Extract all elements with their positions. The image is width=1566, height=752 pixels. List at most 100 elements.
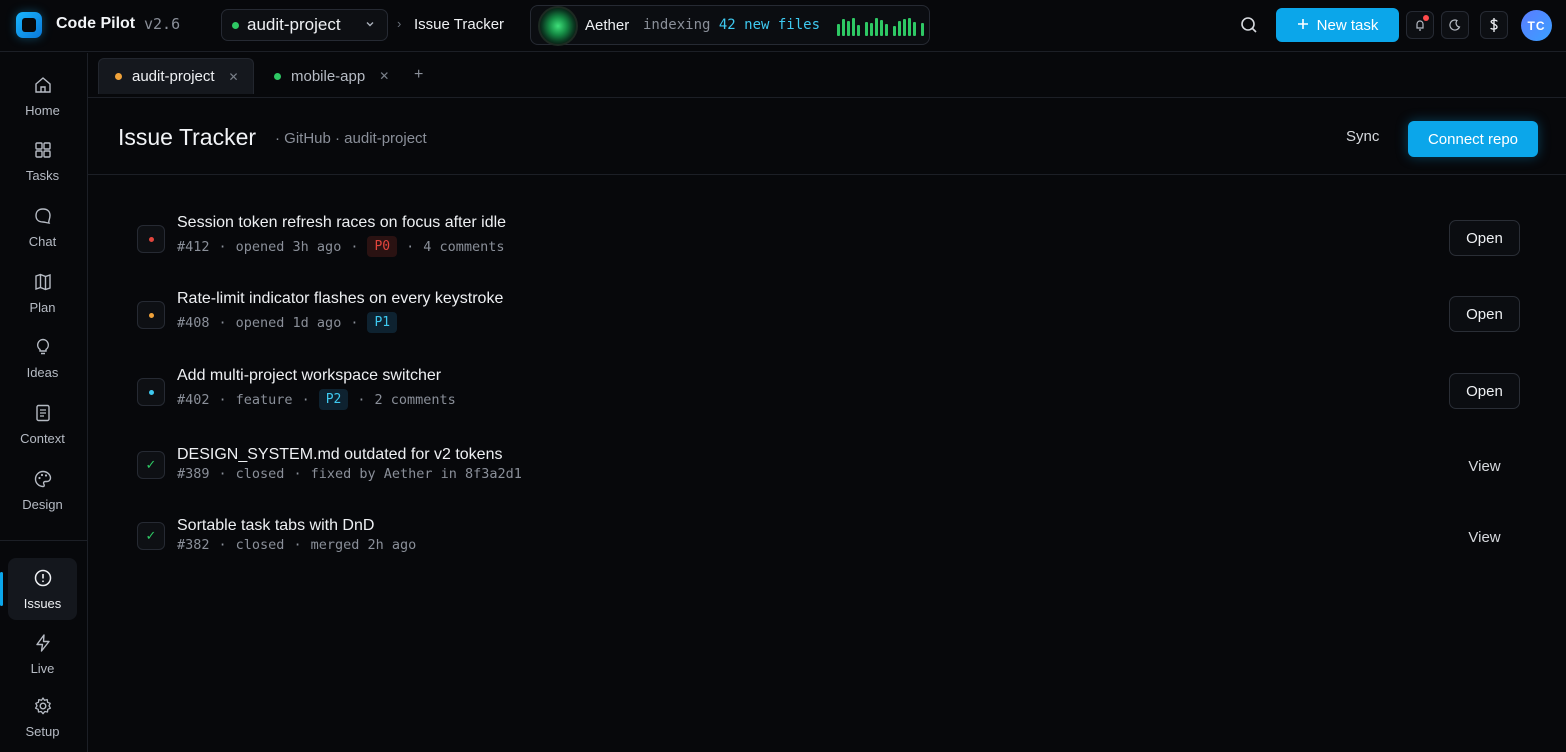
- app-name: Code Pilot: [56, 15, 136, 32]
- open-issue-button[interactable]: Open: [1449, 296, 1520, 332]
- tab-status-dot: [115, 73, 122, 80]
- activity-bar: [870, 23, 873, 36]
- sidebar-item-label: Plan: [29, 299, 56, 315]
- sidebar-divider: [0, 540, 88, 541]
- issue-row[interactable]: Session token refresh races on focus aft…: [137, 214, 1520, 282]
- page-title: Issue Tracker: [118, 124, 257, 150]
- tab-mobile-app[interactable]: mobile-app ✕: [258, 58, 403, 94]
- issue-status-indicator: [137, 225, 165, 253]
- workspace-tabs: audit-project ✕ mobile-app ✕ +: [88, 53, 1566, 98]
- issue-row[interactable]: ✓ Sortable task tabs with DnD #382 · clos…: [137, 517, 1520, 581]
- issue-extra: 2 comments: [374, 391, 456, 408]
- document-icon: [33, 403, 53, 426]
- notification-icon[interactable]: [1406, 11, 1434, 39]
- activity-bar: [885, 24, 888, 36]
- agent-status-count: 42 new files: [718, 17, 821, 33]
- issue-detail: opened 1d ago: [235, 314, 342, 331]
- sidebar-item-ideas[interactable]: Ideas: [8, 327, 77, 389]
- issue-meta: #408 · opened 1d ago · P1: [177, 312, 398, 333]
- tab-audit-project[interactable]: audit-project ✕: [98, 58, 254, 94]
- agent-name: Aether: [585, 17, 630, 34]
- sidebar-item-chat[interactable]: Chat: [8, 196, 77, 258]
- agent-orb-icon: [538, 6, 578, 46]
- issue-meta: #412 · opened 3h ago · P0 · 4 comments: [177, 236, 505, 257]
- view-issue-button[interactable]: View: [1449, 521, 1520, 553]
- user-avatar[interactable]: TC: [1521, 10, 1552, 41]
- sidebar-item-home[interactable]: Home: [8, 65, 77, 127]
- gear-icon: [33, 696, 53, 719]
- alert-circle-icon: [33, 568, 53, 591]
- activity-bar: [852, 18, 855, 36]
- agent-status-panel[interactable]: Aether indexing 42 new files: [530, 5, 930, 46]
- open-issue-button[interactable]: Open: [1449, 373, 1520, 409]
- project-selector-label: audit-project: [247, 15, 341, 34]
- sidebar-item-label: Ideas: [26, 364, 59, 380]
- issue-title[interactable]: DESIGN_SYSTEM.md outdated for v2 tokens: [177, 446, 502, 464]
- sidebar-item-label: Chat: [28, 233, 57, 249]
- page-header: Issue Tracker · GitHub · audit-project S…: [88, 98, 1566, 175]
- activity-bar: [893, 26, 896, 36]
- issue-title[interactable]: Rate-limit indicator flashes on every ke…: [177, 290, 503, 308]
- issue-status-indicator: ✓: [137, 522, 165, 550]
- tab-label: audit-project: [132, 68, 215, 85]
- activity-bar: [842, 19, 845, 36]
- new-task-button[interactable]: New task: [1276, 8, 1399, 42]
- activity-bar: [913, 22, 916, 36]
- chevron-down-icon: [365, 19, 375, 32]
- app-logo-icon[interactable]: [16, 12, 42, 38]
- palette-icon: [33, 469, 53, 492]
- breadcrumb-current[interactable]: Issue Tracker: [414, 16, 504, 33]
- issue-meta: #389 · closed · fixed by Aether in 8f3a2d1: [177, 466, 522, 482]
- sidebar-item-setup[interactable]: Setup: [8, 686, 77, 748]
- sidebar-item-design[interactable]: Design: [8, 459, 77, 521]
- billing-icon[interactable]: [1480, 11, 1508, 39]
- issue-detail: feature: [235, 391, 293, 408]
- issue-title[interactable]: Session token refresh races on focus aft…: [177, 214, 506, 232]
- open-issue-button[interactable]: Open: [1449, 220, 1520, 256]
- close-icon[interactable]: ✕: [379, 69, 389, 83]
- issue-extra: 4 comments: [423, 238, 505, 255]
- issue-detail: closed: [235, 537, 285, 553]
- activity-bar: [847, 21, 850, 36]
- issue-title[interactable]: Add multi-project workspace switcher: [177, 367, 441, 385]
- activity-bar: [903, 19, 906, 36]
- agent-status: indexing 42 new files: [643, 17, 820, 33]
- tab-label: mobile-app: [291, 67, 366, 85]
- check-icon: ✓: [145, 457, 157, 472]
- priority-dot: [148, 312, 154, 318]
- issue-row[interactable]: ✓ DESIGN_SYSTEM.md outdated for v2 token…: [137, 446, 1520, 510]
- project-selector[interactable]: audit-project: [221, 9, 388, 41]
- tab-status-dot: [274, 72, 281, 80]
- sidebar-item-live[interactable]: Live: [8, 623, 77, 685]
- issue-number: #402: [177, 391, 210, 408]
- issue-title[interactable]: Sortable task tabs with DnD: [177, 517, 374, 535]
- activity-bar: [875, 18, 878, 36]
- connect-repo-button[interactable]: Connect repo: [1408, 121, 1538, 157]
- theme-toggle-icon[interactable]: [1441, 11, 1469, 39]
- sidebar-item-label: Context: [20, 430, 65, 446]
- issue-row[interactable]: Add multi-project workspace switcher #40…: [137, 367, 1520, 435]
- sidebar-item-issues[interactable]: Issues: [0, 558, 77, 620]
- add-tab-icon[interactable]: +: [414, 66, 423, 84]
- sidebar-item-plan[interactable]: Plan: [8, 262, 77, 324]
- search-icon[interactable]: [1238, 14, 1260, 36]
- sidebar-item-label: Live: [30, 660, 55, 676]
- issue-extra: merged 2h ago: [310, 537, 417, 553]
- sidebar: Home Tasks Chat Plan Ideas Context Desig…: [0, 53, 88, 752]
- close-icon[interactable]: ✕: [229, 70, 239, 84]
- home-icon: [33, 75, 53, 98]
- sync-button[interactable]: Sync: [1346, 128, 1379, 145]
- view-issue-button[interactable]: View: [1449, 450, 1520, 482]
- priority-badge: P0: [367, 236, 398, 257]
- issue-status-indicator: [137, 301, 165, 329]
- activity-bar: [857, 25, 860, 36]
- sidebar-item-tasks[interactable]: Tasks: [8, 130, 77, 192]
- sidebar-item-context[interactable]: Context: [8, 393, 77, 455]
- priority-dot: [148, 236, 154, 242]
- issue-detail: opened 3h ago: [235, 238, 342, 255]
- issue-meta: #382 · closed · merged 2h ago: [177, 537, 417, 553]
- issue-row[interactable]: Rate-limit indicator flashes on every ke…: [137, 290, 1520, 358]
- priority-badge: P1: [367, 312, 398, 333]
- issue-number: #389: [177, 466, 210, 482]
- activity-bar: [908, 18, 911, 36]
